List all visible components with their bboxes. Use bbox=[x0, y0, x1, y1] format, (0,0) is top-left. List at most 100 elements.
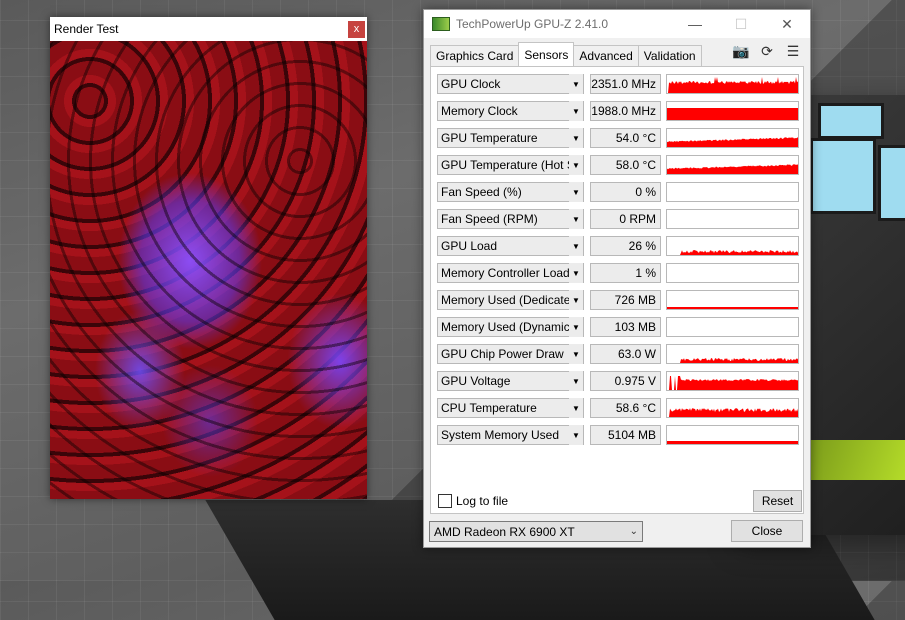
sensor-name-select[interactable]: GPU Voltage bbox=[437, 371, 584, 391]
sensor-value: 54.0 °C bbox=[590, 128, 661, 148]
refresh-icon[interactable]: ⟳ bbox=[758, 43, 776, 60]
sensor-graph bbox=[666, 182, 799, 202]
camera-icon[interactable]: 📷 bbox=[732, 43, 750, 60]
sensor-name: GPU Temperature bbox=[441, 131, 538, 145]
sensor-row: Memory Used (Dynamic) ▼ 103 MB bbox=[437, 317, 799, 337]
sensor-dropdown-arrow-icon[interactable]: ▼ bbox=[569, 290, 583, 310]
sensor-value: 0 % bbox=[590, 182, 661, 202]
sensor-dropdown-arrow-icon[interactable]: ▼ bbox=[569, 398, 583, 418]
minimize-icon[interactable]: — bbox=[672, 10, 718, 38]
sensor-dropdown-arrow-icon[interactable]: ▼ bbox=[569, 425, 583, 445]
log-to-file[interactable]: Log to file bbox=[438, 494, 508, 508]
sensor-value: 5104 MB bbox=[590, 425, 661, 445]
gpuz-app-icon bbox=[432, 17, 450, 31]
gpuz-toolbar: 📷 ⟳ ☰ bbox=[732, 43, 802, 60]
desktop-wallpaper-tile bbox=[878, 145, 905, 221]
sensor-value: 58.6 °C bbox=[590, 398, 661, 418]
gpuz-titlebar[interactable]: TechPowerUp GPU-Z 2.41.0 — ☐ ✕ bbox=[424, 10, 810, 38]
sensor-graph bbox=[666, 425, 799, 445]
sensor-row: GPU Load ▼ 26 % bbox=[437, 236, 799, 256]
render-test-titlebar[interactable]: Render Test x bbox=[50, 17, 367, 41]
sensor-row: Fan Speed (%) ▼ 0 % bbox=[437, 182, 799, 202]
menu-icon[interactable]: ☰ bbox=[784, 43, 802, 60]
sensor-graph bbox=[666, 236, 799, 256]
sensor-dropdown-arrow-icon[interactable]: ▼ bbox=[569, 74, 583, 94]
sensor-dropdown-arrow-icon[interactable]: ▼ bbox=[569, 236, 583, 256]
sensor-dropdown-arrow-icon[interactable]: ▼ bbox=[569, 128, 583, 148]
sensor-graph bbox=[666, 263, 799, 283]
sensor-graph bbox=[666, 290, 799, 310]
sensor-name-select[interactable]: Memory Used (Dedicated) bbox=[437, 290, 584, 310]
sensor-dropdown-arrow-icon[interactable]: ▼ bbox=[569, 155, 583, 175]
sensor-graph bbox=[666, 101, 799, 121]
sensor-dropdown-arrow-icon[interactable]: ▼ bbox=[569, 371, 583, 391]
sensor-row: CPU Temperature ▼ 58.6 °C bbox=[437, 398, 799, 418]
log-to-file-checkbox[interactable] bbox=[438, 494, 452, 508]
sensor-name: Memory Clock bbox=[441, 104, 518, 118]
sensor-name: GPU Load bbox=[441, 239, 498, 253]
sensor-row: GPU Chip Power Draw ▼ 63.0 W bbox=[437, 344, 799, 364]
sensor-dropdown-arrow-icon[interactable]: ▼ bbox=[569, 344, 583, 364]
sensor-graph bbox=[666, 74, 799, 94]
sensor-value: 58.0 °C bbox=[590, 155, 661, 175]
sensor-name: Memory Controller Load bbox=[441, 266, 570, 280]
sensor-row: System Memory Used ▼ 5104 MB bbox=[437, 425, 799, 445]
sensor-name: GPU Temperature (Hot Spot) bbox=[441, 158, 584, 172]
sensor-dropdown-arrow-icon[interactable]: ▼ bbox=[569, 209, 583, 229]
sensor-name-select[interactable]: GPU Temperature (Hot Spot) bbox=[437, 155, 584, 175]
render-canvas bbox=[50, 41, 367, 499]
desktop-wallpaper-tile bbox=[818, 103, 884, 139]
maximize-icon: ☐ bbox=[734, 15, 748, 32]
sensor-graph bbox=[666, 317, 799, 337]
desktop-wallpaper-tile bbox=[810, 138, 876, 214]
sensor-name: Fan Speed (%) bbox=[441, 185, 522, 199]
chevron-down-icon: ⌄ bbox=[629, 526, 638, 537]
sensor-name: GPU Voltage bbox=[441, 374, 511, 388]
sensor-value: 2351.0 MHz bbox=[590, 74, 661, 94]
tab-advanced[interactable]: Advanced bbox=[573, 45, 639, 66]
sensor-value: 103 MB bbox=[590, 317, 661, 337]
close-icon[interactable]: ✕ bbox=[764, 10, 810, 38]
sensor-value: 1 % bbox=[590, 263, 661, 283]
sensor-dropdown-arrow-icon[interactable]: ▼ bbox=[569, 182, 583, 202]
sensor-value: 1988.0 MHz bbox=[590, 101, 661, 121]
reset-button[interactable]: Reset bbox=[753, 490, 802, 512]
sensor-graph bbox=[666, 371, 799, 391]
sensor-dropdown-arrow-icon[interactable]: ▼ bbox=[569, 317, 583, 337]
sensor-graph bbox=[666, 344, 799, 364]
tab-validation[interactable]: Validation bbox=[637, 45, 702, 66]
tab-sensors[interactable]: Sensors bbox=[518, 42, 575, 66]
device-select-value: AMD Radeon RX 6900 XT bbox=[434, 524, 575, 539]
device-select[interactable]: AMD Radeon RX 6900 XT ⌄ bbox=[429, 521, 643, 542]
sensor-name-select[interactable]: Memory Controller Load bbox=[437, 263, 584, 283]
render-test-close-button[interactable]: x bbox=[348, 20, 365, 38]
sensor-name-select[interactable]: GPU Clock bbox=[437, 74, 584, 94]
sensor-name: GPU Clock bbox=[441, 77, 501, 91]
sensor-name-select[interactable]: GPU Load bbox=[437, 236, 584, 256]
render-test-window: Render Test x bbox=[50, 17, 367, 499]
sensor-dropdown-arrow-icon[interactable]: ▼ bbox=[569, 101, 583, 121]
sensor-value: 0 RPM bbox=[590, 209, 661, 229]
sensor-name-select[interactable]: Fan Speed (%) bbox=[437, 182, 584, 202]
gpuz-window: TechPowerUp GPU-Z 2.41.0 — ☐ ✕ Graphics … bbox=[423, 9, 811, 548]
sensor-value: 26 % bbox=[590, 236, 661, 256]
sensor-row: GPU Voltage ▼ 0.975 V bbox=[437, 371, 799, 391]
sensor-name-select[interactable]: GPU Temperature bbox=[437, 128, 584, 148]
sensor-value: 726 MB bbox=[590, 290, 661, 310]
tab-graphics-card[interactable]: Graphics Card bbox=[430, 45, 520, 66]
close-button[interactable]: Close bbox=[731, 520, 803, 542]
sensor-graph bbox=[666, 398, 799, 418]
sensor-name-select[interactable]: Memory Clock bbox=[437, 101, 584, 121]
sensor-row: GPU Temperature ▼ 54.0 °C bbox=[437, 128, 799, 148]
sensor-name-select[interactable]: Fan Speed (RPM) bbox=[437, 209, 584, 229]
sensor-dropdown-arrow-icon[interactable]: ▼ bbox=[569, 263, 583, 283]
sensor-graph bbox=[666, 209, 799, 229]
sensor-name-select[interactable]: System Memory Used bbox=[437, 425, 584, 445]
sensor-name-select[interactable]: Memory Used (Dynamic) bbox=[437, 317, 584, 337]
render-test-title: Render Test bbox=[54, 22, 119, 36]
sensor-name-select[interactable]: GPU Chip Power Draw bbox=[437, 344, 584, 364]
sensor-value: 0.975 V bbox=[590, 371, 661, 391]
sensor-name: Fan Speed (RPM) bbox=[441, 212, 538, 226]
sensor-name-select[interactable]: CPU Temperature bbox=[437, 398, 584, 418]
log-to-file-label: Log to file bbox=[456, 494, 509, 508]
